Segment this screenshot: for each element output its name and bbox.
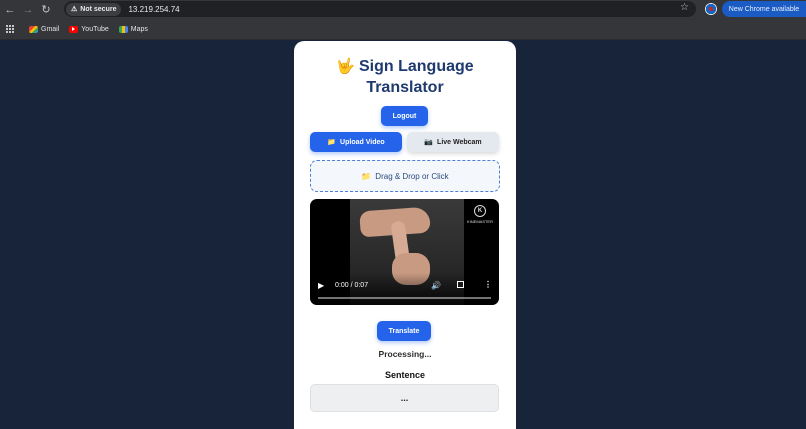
watermark: K KINEMASTER xyxy=(467,205,493,224)
sentence-heading: Sentence xyxy=(384,370,426,380)
bookmark-gmail[interactable]: Gmail xyxy=(29,25,60,33)
gmail-icon xyxy=(29,25,38,33)
folder-icon: 📁 xyxy=(361,171,372,181)
forward-icon[interactable]: → xyxy=(20,2,36,18)
reload-icon[interactable]: ↻ xyxy=(38,2,54,18)
back-icon[interactable]: ← xyxy=(2,2,18,18)
translator-card: 🤟 Sign Language Translator Logout 📁 Uploa… xyxy=(294,41,516,429)
browser-toolbar: ← → ↻ ⚠ Not secure 13.219.254.74 ☆ New C… xyxy=(0,0,806,19)
address-bar[interactable]: ⚠ Not secure 13.219.254.74 ☆ xyxy=(64,1,696,17)
video-player[interactable]: K KINEMASTER ▶ 0:00 / 0:07 🔊 ⋮ xyxy=(310,199,499,305)
warning-icon: ⚠ xyxy=(71,6,78,13)
kinemaster-logo-icon: K xyxy=(473,205,486,217)
bookmark-label: YouTube xyxy=(81,25,109,33)
video-progress-bar[interactable] xyxy=(318,297,491,299)
security-label: Not secure xyxy=(80,5,117,13)
youtube-icon xyxy=(69,25,79,33)
title-line-2: Translator xyxy=(366,79,444,96)
volume-icon[interactable]: 🔊 xyxy=(431,281,441,290)
update-chrome-button[interactable]: New Chrome available xyxy=(722,1,806,17)
sentence-output: ... xyxy=(310,384,499,412)
tab-live-webcam[interactable]: 📷 Live Webcam xyxy=(407,132,499,152)
fullscreen-icon[interactable] xyxy=(457,281,464,288)
security-chip[interactable]: ⚠ Not secure xyxy=(66,2,122,16)
video-controls: ▶ 0:00 / 0:07 🔊 ⋮ xyxy=(310,273,499,305)
file-dropzone[interactable]: 📁 Drag & Drop or Click xyxy=(310,160,500,192)
bookmark-youtube[interactable]: YouTube xyxy=(69,25,109,33)
play-icon[interactable]: ▶ xyxy=(318,281,324,290)
bookmark-label: Gmail xyxy=(41,25,60,33)
video-time: 0:00 / 0:07 xyxy=(335,282,369,289)
logout-button[interactable]: Logout xyxy=(381,106,428,126)
folder-icon: 📁 xyxy=(327,139,337,146)
bookmarks-bar: Gmail YouTube Maps xyxy=(0,19,806,40)
maps-icon xyxy=(118,25,128,33)
bookmark-maps[interactable]: Maps xyxy=(118,25,148,33)
more-options-icon[interactable]: ⋮ xyxy=(484,280,492,289)
profile-avatar[interactable] xyxy=(705,3,717,15)
dropzone-label: Drag & Drop or Click xyxy=(375,171,449,181)
camera-icon: 📷 xyxy=(424,139,434,146)
bookmark-label: Maps xyxy=(130,25,148,33)
title-line-1: Sign Language xyxy=(359,58,474,75)
watermark-text: KINEMASTER xyxy=(466,219,493,224)
bookmark-star-icon[interactable]: ☆ xyxy=(680,2,689,13)
apps-grid-icon[interactable] xyxy=(6,24,15,34)
url-text[interactable]: 13.219.254.74 xyxy=(128,5,179,14)
tab-upload-video[interactable]: 📁 Upload Video xyxy=(310,132,402,152)
sign-hand-icon: 🤟 xyxy=(336,58,355,75)
tab-label: Live Webcam xyxy=(437,138,482,146)
page-title: 🤟 Sign Language Translator xyxy=(294,56,516,98)
status-text: Processing... xyxy=(378,349,432,359)
translate-button[interactable]: Translate xyxy=(377,321,431,341)
tab-label: Upload Video xyxy=(340,138,385,146)
